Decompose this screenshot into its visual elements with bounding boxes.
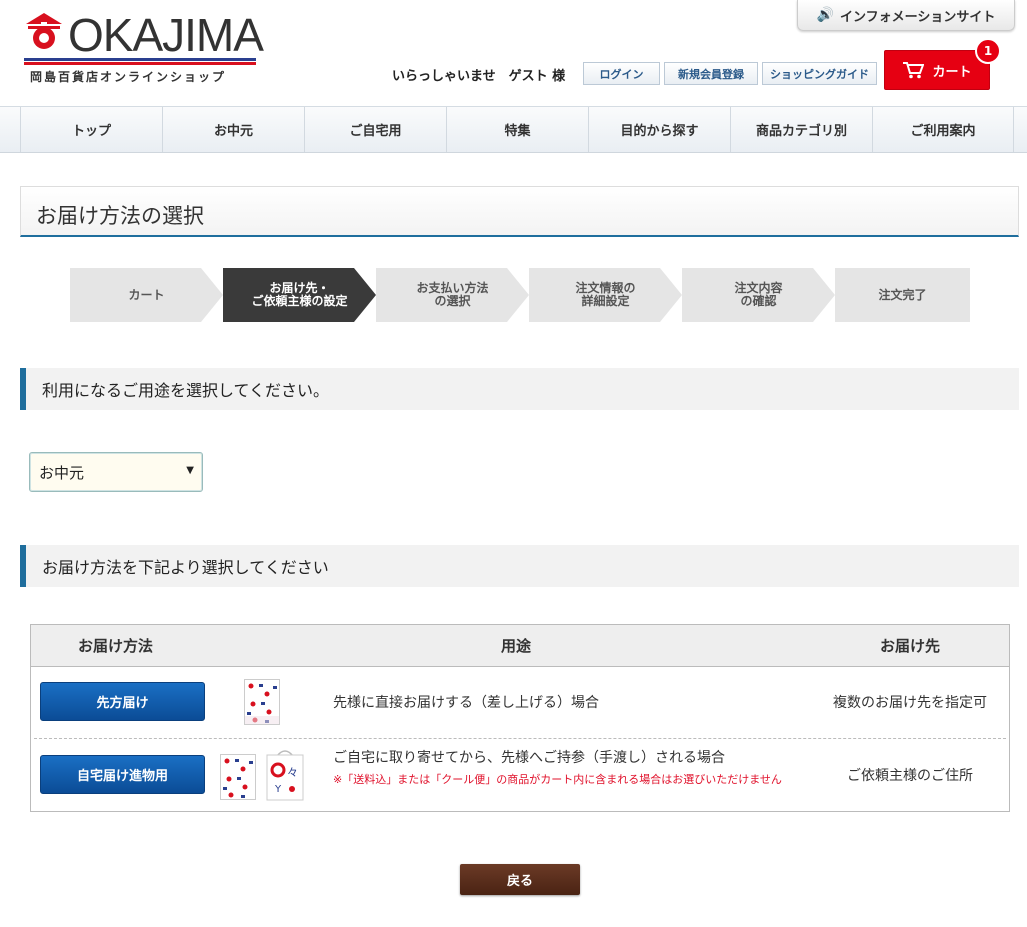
step-label: 注文完了: [878, 287, 927, 302]
gift-wrap-pattern-icon: [221, 755, 255, 799]
direct-delivery-button[interactable]: 先方届け: [40, 682, 205, 721]
section-title: 利用になるご用途を選択してください。: [42, 381, 330, 400]
logo-underline-red: [24, 62, 256, 65]
nav-item-features[interactable]: 特集: [446, 107, 588, 152]
nav-item-by-purpose[interactable]: 目的から探す: [588, 107, 730, 152]
dropdown-arrow-icon: ▼: [186, 465, 194, 476]
row-description: ご自宅に取り寄せてから、先様へご持参（手渡し）される場合: [333, 750, 725, 766]
step-cart: カート: [70, 268, 223, 322]
gift-box-image: [244, 679, 280, 725]
nav-item-top[interactable]: トップ: [20, 107, 162, 152]
svg-text:々: 々: [287, 766, 298, 779]
logo-subtitle: 岡島百貨店オンラインショップ: [30, 70, 227, 84]
section-delivery-method-header: お届け方法を下記より選択してください: [20, 545, 1019, 587]
step-label-line2: の選択: [434, 294, 471, 308]
purpose-select-value: お中元: [39, 463, 85, 482]
section-purpose-header: 利用になるご用途を選択してください。: [20, 368, 1019, 410]
logo-underline-blue: [24, 58, 256, 61]
shopping-bag-icon: 々 Y: [266, 750, 304, 801]
step-label-line2: 詳細設定: [581, 294, 630, 308]
step-order-details: 注文情報の 詳細設定: [529, 268, 682, 322]
row-divider: [34, 738, 1006, 739]
information-site-label: インフォメーションサイト: [840, 9, 996, 25]
step-label-line1: 注文内容: [734, 281, 783, 295]
step-order-complete: 注文完了: [835, 268, 970, 322]
row-destination: 複数のお届け先を指定可: [833, 695, 987, 711]
back-button[interactable]: 戻る: [460, 864, 580, 895]
row-destination: ご依頼主様のご住所: [847, 768, 973, 784]
shopping-bag-image: 々 Y: [265, 746, 305, 801]
cart-button[interactable]: カート: [884, 50, 990, 90]
shopping-guide-button[interactable]: ショッピングガイド: [762, 62, 877, 85]
table-header-method: お届け方法: [78, 637, 154, 655]
speaker-icon: 🔊: [816, 7, 835, 23]
nav-item-guide[interactable]: ご利用案内: [872, 107, 1014, 152]
svg-text:Y: Y: [274, 784, 282, 795]
cart-label: カート: [932, 64, 972, 80]
okajima-logo-icon[interactable]: [24, 12, 64, 50]
step-label-line1: お届け先・: [269, 281, 330, 295]
purpose-select[interactable]: お中元 ▼: [29, 452, 203, 492]
row-description: 先様に直接お届けする（差し上げる）場合: [333, 695, 599, 711]
register-button[interactable]: 新規会員登録: [664, 62, 758, 85]
gift-wrap-pattern-icon: [245, 680, 279, 724]
nav-item-by-category[interactable]: 商品カテゴリ別: [730, 107, 872, 152]
step-label-line2: ご依頼主様の設定: [251, 294, 348, 308]
step-label-line2: の確認: [740, 294, 777, 308]
step-label-line1: お支払い方法: [416, 281, 489, 295]
gift-box-image: [220, 754, 256, 800]
home-delivery-gift-button[interactable]: 自宅届け進物用: [40, 755, 205, 794]
nav-item-home-use[interactable]: ご自宅用: [304, 107, 446, 152]
section-title: お届け方法を下記より選択してください: [42, 558, 329, 577]
nav-item-ochugen[interactable]: お中元: [162, 107, 304, 152]
step-payment-method: お支払い方法 の選択: [376, 268, 529, 322]
page-title: お届け方法の選択: [36, 204, 204, 228]
table-header-purpose: 用途: [501, 637, 532, 655]
information-site-button[interactable]: 🔊 インフォメーションサイト: [797, 0, 1015, 31]
table-header-destination: お届け先: [880, 637, 941, 655]
step-label: カート: [128, 287, 165, 302]
global-nav: トップ お中元 ご自宅用 特集 目的から探す 商品カテゴリ別 ご利用案内: [0, 106, 1027, 153]
login-button[interactable]: ログイン: [583, 62, 660, 85]
row-note-warning: ※「送料込」または「クール便」の商品がカート内に含まれる場合はお選びいただけませ…: [333, 773, 782, 786]
step-label-line1: 注文情報の: [575, 281, 636, 295]
cart-count-badge: 1: [975, 38, 1001, 64]
welcome-text: いらっしゃいませ ゲスト 様: [392, 69, 566, 84]
step-order-confirm: 注文内容 の確認: [682, 268, 835, 322]
cart-icon: [903, 62, 925, 79]
logo-text[interactable]: OKAJIMA: [68, 12, 264, 58]
step-delivery-address: お届け先・ ご依頼主様の設定: [223, 268, 376, 322]
